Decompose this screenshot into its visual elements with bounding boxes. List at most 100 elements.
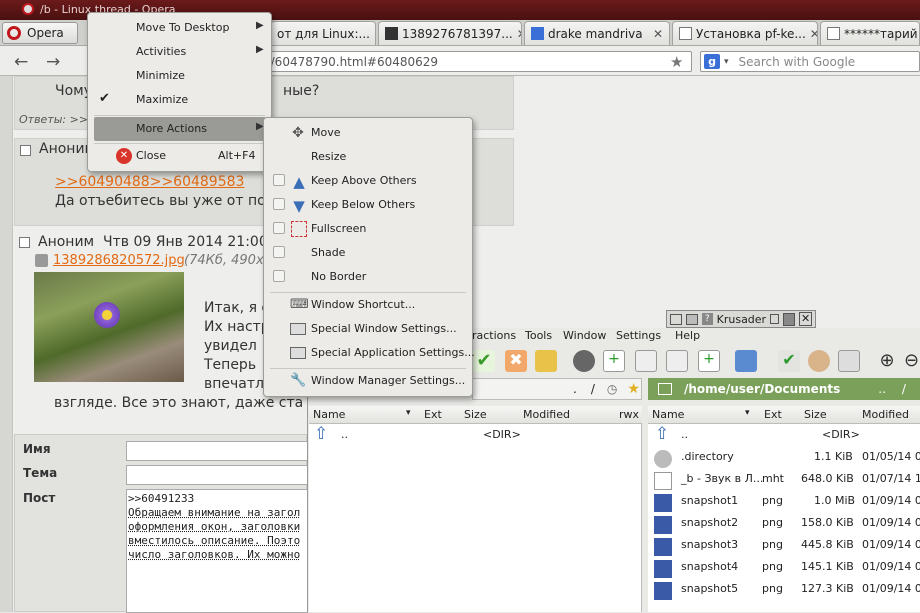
- menu-item-special-app-settings[interactable]: Special Application Settings...: [264, 341, 475, 365]
- post-select-checkbox[interactable]: [19, 237, 30, 248]
- back-arrow-icon[interactable]: ←: [14, 52, 28, 72]
- left-path-bar[interactable]: . / ◷ ★: [472, 378, 642, 400]
- delete-icon[interactable]: ✖: [505, 350, 527, 372]
- binoculars-icon[interactable]: [573, 350, 595, 372]
- krusader-title-bar[interactable]: ? Krusader ✕: [666, 310, 816, 328]
- menu-item-minimize[interactable]: Minimize: [88, 64, 271, 88]
- post-image[interactable]: [34, 272, 184, 382]
- subject-input[interactable]: [126, 465, 308, 485]
- tab-close-icon[interactable]: ✕: [374, 27, 375, 41]
- tab-close-icon[interactable]: ✕: [810, 27, 817, 41]
- address-bar[interactable]: es/60478790.html#60480629: [250, 51, 692, 72]
- history-icon[interactable]: ◷: [607, 382, 617, 396]
- pin-icon[interactable]: [685, 313, 698, 325]
- bookmark-star-icon[interactable]: ★: [670, 53, 683, 71]
- file-row[interactable]: snapshot4 png 145.1 KiB 01/09/14 04: [648, 556, 920, 578]
- shade-checkbox[interactable]: [273, 246, 285, 258]
- replies-label[interactable]: Ответы: >>6: [19, 113, 95, 126]
- file-row[interactable]: snapshot2 png 158.0 KiB 01/09/14 04: [648, 512, 920, 534]
- maximize-icon[interactable]: [783, 312, 796, 326]
- new-file-icon[interactable]: +: [603, 350, 625, 372]
- file-row[interactable]: _b - Звук в Л... mht 648.0 KiB 01/07/14 …: [648, 468, 920, 490]
- menu-item-window-manager-settings[interactable]: 🔧 Window Manager Settings...: [264, 369, 472, 393]
- file-row[interactable]: snapshot5 png 127.3 KiB 01/09/14 08: [648, 578, 920, 600]
- no-border-checkbox[interactable]: [273, 270, 285, 282]
- chevron-down-icon[interactable]: ▾: [745, 408, 750, 418]
- copy-icon[interactable]: [635, 350, 657, 372]
- check-icon[interactable]: ✔: [473, 350, 495, 372]
- column-modified[interactable]: Modified: [862, 408, 909, 421]
- name-input[interactable]: [126, 441, 308, 461]
- menu-item-maximize[interactable]: ✔ Maximize: [88, 88, 271, 112]
- menu-item-window-shortcut[interactable]: ⌨ Window Shortcut...: [264, 293, 472, 317]
- file-row[interactable]: ⇧ .. <DIR>: [648, 424, 920, 446]
- post-select-checkbox[interactable]: [20, 145, 31, 156]
- menu-item-move-to-desktop[interactable]: Move To Desktop ▶: [88, 16, 271, 40]
- tab-2[interactable]: 1389276781397... ✕: [378, 21, 522, 45]
- chevron-down-icon[interactable]: ▾: [724, 57, 729, 67]
- file-row[interactable]: snapshot3 png 445.8 KiB 01/09/14 04: [648, 534, 920, 556]
- sync-check-icon[interactable]: ✔: [778, 350, 800, 372]
- menu-item-more-actions[interactable]: More Actions ▶: [94, 117, 266, 141]
- close-icon[interactable]: ✕: [799, 312, 812, 326]
- quote-link[interactable]: >>60490488>>60489583: [55, 174, 244, 190]
- help-icon[interactable]: ?: [701, 313, 713, 325]
- menu-help[interactable]: Help: [675, 329, 700, 342]
- menu-item-no-border[interactable]: No Border: [264, 265, 472, 289]
- tab-4[interactable]: Установка pf-ke... ✕: [672, 21, 818, 45]
- left-file-list[interactable]: [309, 424, 642, 612]
- menu-item-special-window-settings[interactable]: Special Window Settings...: [264, 317, 472, 341]
- tab-5[interactable]: ******тарий 1: [820, 21, 920, 45]
- menu-tools[interactable]: Tools: [525, 329, 552, 342]
- menu-window[interactable]: Window: [563, 329, 606, 342]
- zoom-in-icon[interactable]: ⊕: [876, 350, 898, 372]
- chevron-down-icon[interactable]: ▾: [406, 408, 411, 418]
- keep-above-checkbox[interactable]: [273, 174, 285, 186]
- menu-item-shade[interactable]: Shade: [264, 241, 472, 265]
- column-ext[interactable]: Ext: [764, 408, 782, 421]
- network-icon[interactable]: [735, 350, 757, 372]
- file-row[interactable]: .directory 1.1 KiB 01/05/14 04: [648, 446, 920, 468]
- opera-menu-button[interactable]: Opera: [2, 22, 78, 44]
- menu-item-close[interactable]: ✕ Close Alt+F4: [88, 144, 271, 168]
- right-path-bar[interactable]: /home/user/Documents .. /: [648, 378, 920, 400]
- menu-item-resize[interactable]: Resize: [264, 145, 472, 169]
- move-file-icon[interactable]: [666, 350, 688, 372]
- column-name[interactable]: Name: [313, 408, 345, 421]
- clipboard-icon[interactable]: [838, 350, 860, 372]
- opera-logo-icon: [7, 26, 21, 40]
- bookmark-star-icon[interactable]: ★: [627, 381, 640, 397]
- tab-3[interactable]: drake mandriva ✕: [524, 21, 670, 45]
- menu-item-keep-below[interactable]: ▼ Keep Below Others: [264, 193, 472, 217]
- forward-arrow-icon[interactable]: →: [46, 52, 60, 72]
- file-row[interactable]: ⇧ .. <DIR>: [309, 424, 642, 446]
- column-name[interactable]: Name: [652, 408, 684, 421]
- keep-below-checkbox[interactable]: [273, 198, 285, 210]
- menu-item-keep-above[interactable]: ▲ Keep Above Others: [264, 169, 472, 193]
- fullscreen-checkbox[interactable]: [273, 222, 285, 234]
- column-modified[interactable]: Modified: [523, 408, 570, 421]
- post-textarea[interactable]: >>60491233 Обращаем внимание на загол оф…: [126, 489, 308, 613]
- column-ext[interactable]: Ext: [424, 408, 442, 421]
- column-size[interactable]: Size: [464, 408, 487, 421]
- minimize-icon[interactable]: [770, 314, 780, 324]
- window-menu-icon[interactable]: [670, 313, 682, 325]
- search-field[interactable]: g ▾ Search with Google: [700, 51, 920, 72]
- google-search-icon[interactable]: g: [704, 54, 720, 69]
- tab-close-icon[interactable]: ✕: [653, 27, 663, 41]
- pack-icon[interactable]: [535, 350, 557, 372]
- menu-actions[interactable]: ractions: [472, 329, 516, 342]
- zoom-out-icon[interactable]: ⊖: [904, 350, 920, 372]
- menu-item-fullscreen[interactable]: Fullscreen: [264, 217, 472, 241]
- file-link[interactable]: 1389286820572.jpg: [53, 253, 185, 268]
- menu-item-move[interactable]: ✥ Move: [264, 121, 472, 145]
- file-row[interactable]: snapshot1 png 1.0 MiB 01/09/14 04: [648, 490, 920, 512]
- column-rwx[interactable]: rwx: [619, 408, 639, 421]
- user-icon[interactable]: [808, 350, 830, 372]
- tab-close-icon[interactable]: ✕: [517, 27, 521, 41]
- menu-item-activities[interactable]: Activities ▶: [88, 40, 271, 64]
- menu-settings[interactable]: Settings: [616, 329, 661, 342]
- new-folder-icon[interactable]: +: [698, 350, 720, 372]
- tab-1[interactable]: от для Linux:... ✕: [270, 21, 376, 45]
- column-size[interactable]: Size: [804, 408, 827, 421]
